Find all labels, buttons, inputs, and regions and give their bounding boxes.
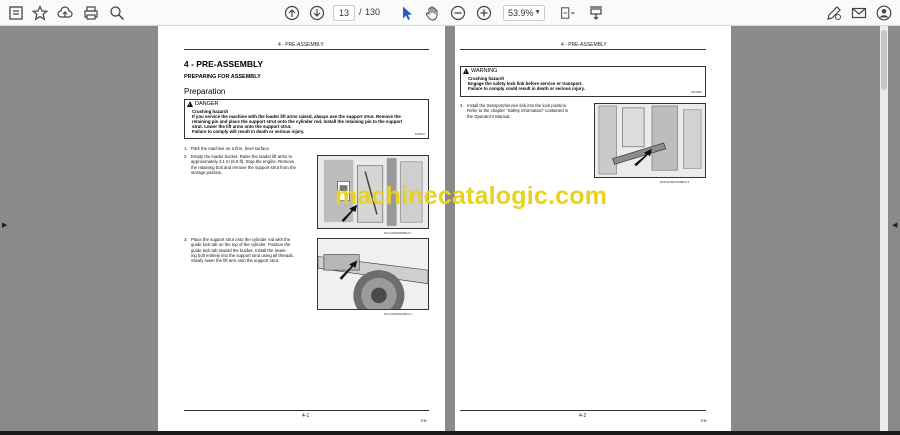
warning-triangle-icon: [463, 68, 469, 74]
language-code: EN: [421, 418, 427, 423]
current-page-input[interactable]: 13: [333, 5, 355, 21]
danger-box: DANGER Crushing hazard! If you service t…: [184, 99, 429, 139]
pdf-page-2: 4 - PRE-ASSEMBLY WARNING Crushing hazard…: [455, 26, 731, 435]
zoom-in-icon[interactable]: [474, 3, 494, 23]
scroll-mode-icon[interactable]: [586, 3, 606, 23]
scrollbar-thumb[interactable]: [881, 30, 887, 90]
zoom-search-icon[interactable]: [107, 3, 127, 23]
previous-page-icon[interactable]: [282, 3, 302, 23]
danger-label: DANGER: [187, 101, 219, 107]
pdf-page-1: 4 - PRE-ASSEMBLY 4 - PRE-ASSEMBLY PREPAR…: [158, 26, 445, 435]
sign-pen-icon[interactable]: [824, 3, 844, 23]
warning-code: W0190A: [691, 90, 702, 94]
watermark-text: machinecatalogic.com: [335, 182, 608, 210]
language-code: EN: [701, 418, 707, 423]
danger-text: Crushing hazard! If you service the mach…: [192, 109, 403, 134]
page-fit-icon[interactable]: [556, 3, 580, 23]
page-separator: /: [359, 7, 362, 17]
zoom-level-value: 53.9%: [508, 8, 534, 18]
figure-3-transport-link: [594, 103, 706, 178]
header-rule: [184, 49, 429, 50]
figure-2-support-strut: [317, 238, 429, 310]
page-number: 4-2: [579, 413, 587, 419]
vertical-scrollbar[interactable]: [880, 26, 888, 435]
figure-3-code: RCPH12MRJ020BAA 3: [660, 180, 690, 184]
hand-tool-icon[interactable]: [422, 3, 442, 23]
header-rule: [460, 49, 706, 50]
footer-rule: [184, 410, 429, 411]
collapse-left-panel-icon[interactable]: ▶: [2, 221, 7, 229]
total-pages: 130: [365, 7, 381, 17]
footer-rule: [460, 410, 706, 411]
section-title: PREPARING FOR ASSEMBLY: [184, 74, 261, 80]
select-cursor-icon[interactable]: [397, 3, 417, 23]
figure-2-code: RCIL12MRJ006BAA 2: [384, 312, 412, 316]
warning-text: Crushing hazard! Engage the safety lock …: [468, 76, 586, 91]
zoom-level-select[interactable]: 53.9% ▼: [503, 5, 545, 21]
chapter-title: 4 - PRE-ASSEMBLY: [184, 59, 264, 69]
collapse-right-panel-icon[interactable]: ◀: [892, 221, 897, 229]
next-page-icon[interactable]: [307, 3, 327, 23]
favorite-star-icon[interactable]: [30, 3, 50, 23]
figure-1-code: RCIL12MRJ005BAA 1: [384, 231, 412, 235]
email-envelope-icon[interactable]: [849, 3, 869, 23]
subsection-title: Preparation: [184, 87, 226, 96]
cloud-upload-icon[interactable]: [55, 3, 75, 23]
bookmarks-list-icon[interactable]: [6, 3, 26, 23]
document-viewer[interactable]: ▶ ◀ 4 - PRE-ASSEMBLY 4 - PRE-ASSEMBLY PR…: [0, 26, 900, 435]
zoom-out-icon[interactable]: [448, 3, 468, 23]
running-head: 4 - PRE-ASSEMBLY: [561, 42, 607, 48]
warning-box: WARNING Crushing hazard! Engage the safe…: [460, 66, 706, 97]
warning-label: WARNING: [463, 68, 497, 74]
running-head: 4 - PRE-ASSEMBLY: [278, 42, 324, 48]
chevron-down-icon: ▼: [534, 9, 541, 16]
danger-code: D0051A: [414, 132, 425, 136]
warning-triangle-icon: [187, 101, 193, 107]
print-icon[interactable]: [81, 3, 101, 23]
pdf-toolbar: 13 / 130 53.9% ▼: [0, 0, 900, 26]
taskbar-strip: [0, 431, 900, 435]
page-number: 4-1: [302, 413, 310, 419]
user-account-icon[interactable]: [874, 3, 894, 23]
